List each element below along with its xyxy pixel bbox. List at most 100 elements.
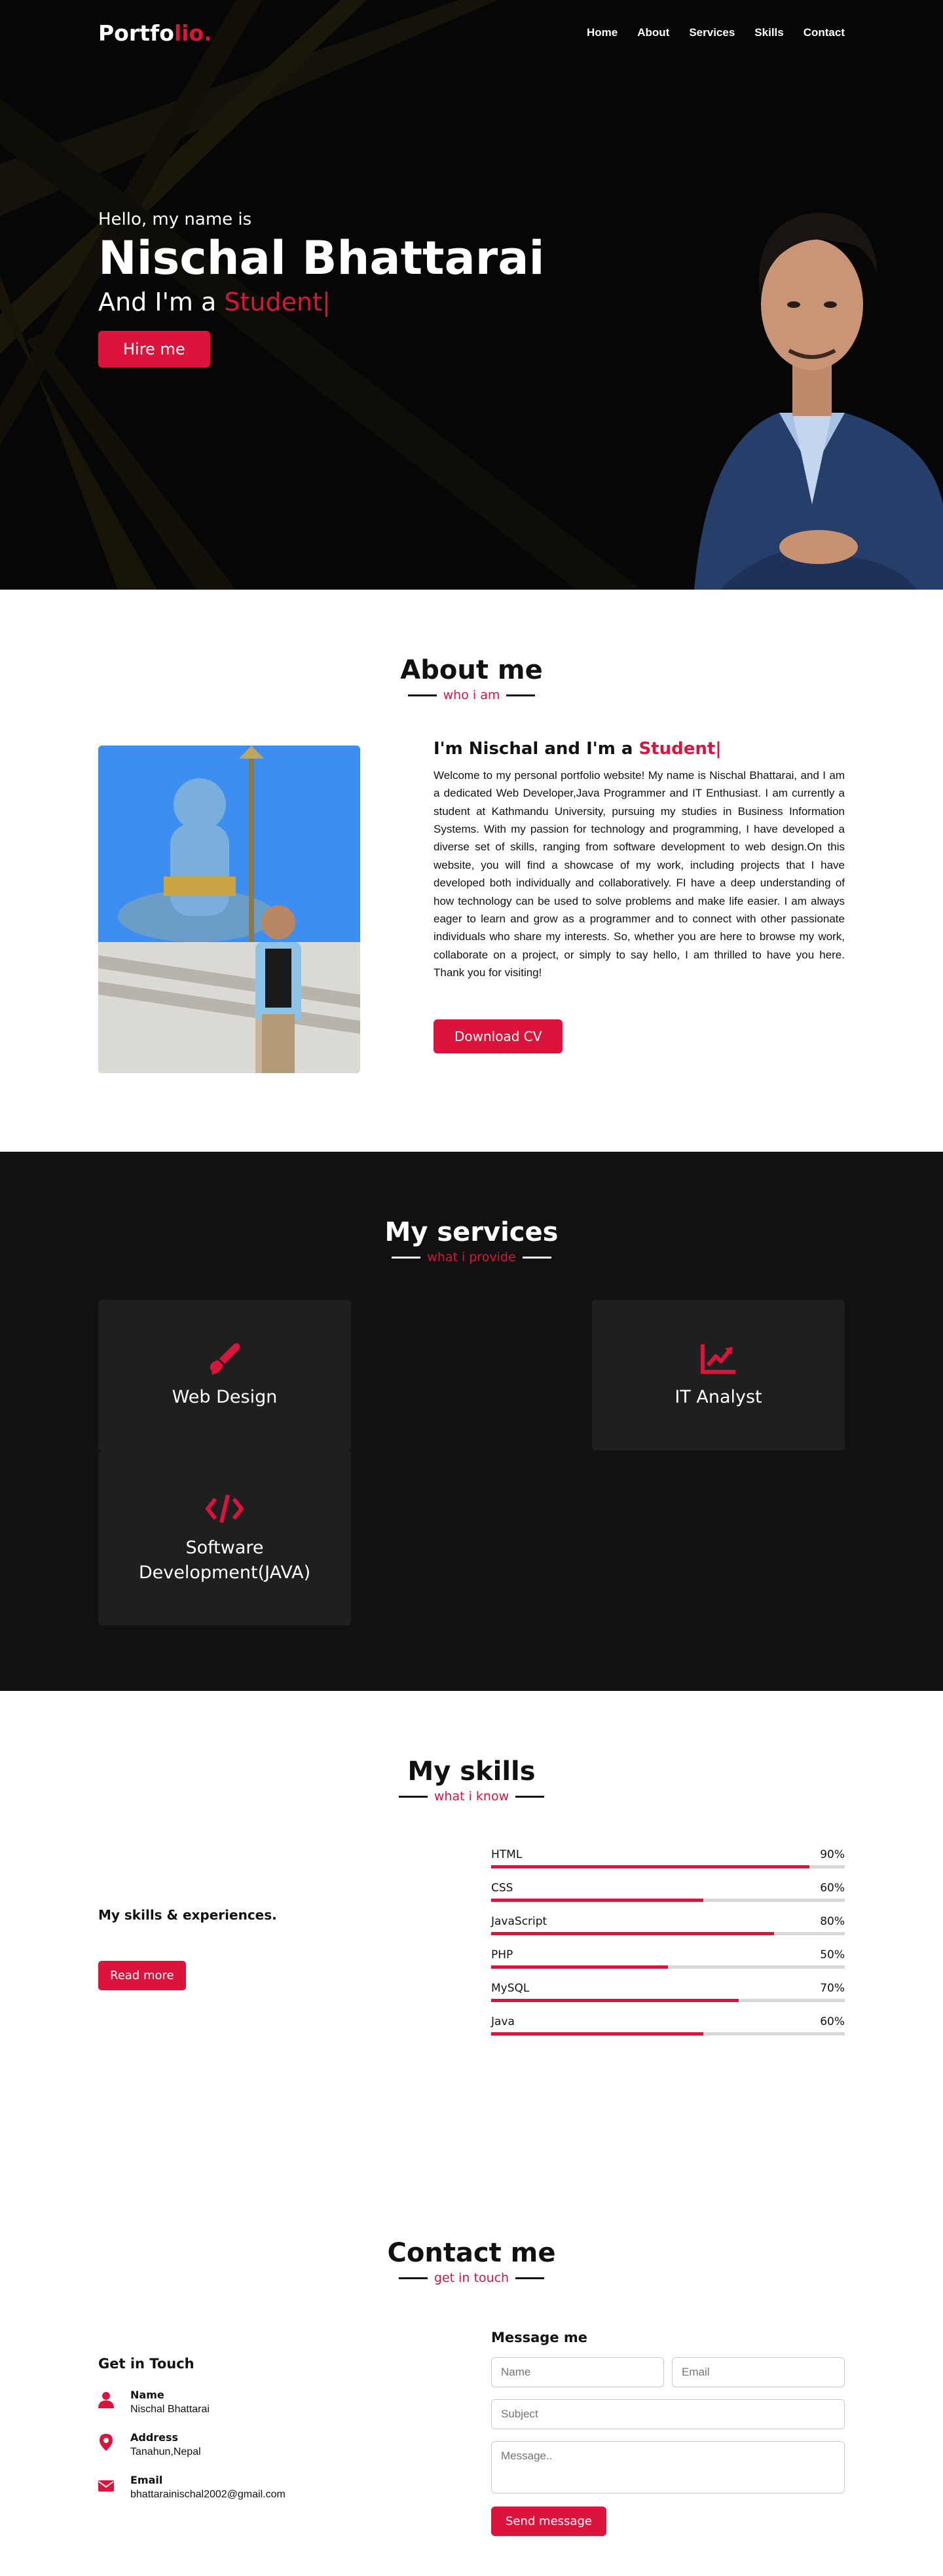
skill-bar-mysql: MySQL 70% xyxy=(491,1982,845,2002)
skill-track xyxy=(491,2032,845,2036)
about-subtitle: who i am xyxy=(0,688,943,702)
skill-track xyxy=(491,1865,845,1868)
skill-name: Java xyxy=(491,2015,515,2028)
subtitle-line-left xyxy=(407,694,437,696)
services-section: My services what i provide Web Design IT… xyxy=(0,1152,943,1691)
skill-fill xyxy=(491,1965,668,1969)
message-me-heading: Message me xyxy=(491,2330,588,2345)
skill-bars: HTML 90% CSS 60% JavaScript 80% PHP 50% MySQ… xyxy=(491,1848,845,2049)
nav-link-contact[interactable]: Contact xyxy=(804,26,845,39)
hero-name: Nischal Bhattarai xyxy=(98,231,545,285)
skill-track xyxy=(491,1999,845,2002)
contact-section: Contact me get in touch Get in Touch Nam… xyxy=(0,2179,943,2576)
hero-section: Portfolio. Home About Services Skills Co… xyxy=(0,0,943,590)
skill-fill xyxy=(491,1865,809,1868)
service-card-web-design[interactable]: Web Design xyxy=(98,1300,351,1450)
skills-intro: My skills & experiences. Read more xyxy=(98,1907,277,1990)
skill-name: JavaScript xyxy=(491,1915,547,1928)
subtitle-line-right xyxy=(515,2277,545,2279)
subtitle-line-left xyxy=(398,1795,428,1798)
skills-title: My skills xyxy=(407,1756,536,1787)
skills-heading: My skills & experiences. xyxy=(98,1907,277,1923)
contact-label: Address xyxy=(130,2431,179,2444)
skill-bar-java: Java 60% xyxy=(491,2015,845,2036)
skills-subtitle: what i know xyxy=(0,1789,943,1804)
subtitle-line-right xyxy=(506,694,536,696)
skill-percent: 80% xyxy=(820,1915,845,1928)
contact-value: Nischal Bhattarai xyxy=(130,2404,210,2415)
skill-track xyxy=(491,1932,845,1935)
skill-track xyxy=(491,1965,845,1969)
read-more-button[interactable]: Read more xyxy=(98,1961,186,1990)
subtitle-line-left xyxy=(398,2277,428,2279)
skill-name: MySQL xyxy=(491,1982,530,1995)
skill-fill xyxy=(491,1932,774,1935)
download-cv-button[interactable]: Download CV xyxy=(434,1019,563,1054)
skill-percent: 70% xyxy=(820,1982,845,1995)
contact-row-email: Email bhattarainischal2002@gmail.com xyxy=(98,2474,286,2501)
send-message-button[interactable]: Send message xyxy=(491,2507,606,2536)
subtitle-line-right xyxy=(522,1256,551,1259)
hero-typed-role: Student| xyxy=(224,288,331,316)
get-in-touch-heading: Get in Touch xyxy=(98,2356,194,2372)
code-icon xyxy=(206,1494,244,1523)
about-text-block: I'm Nischal and I'm a Student| Welcome t… xyxy=(434,739,845,1054)
about-title: About me xyxy=(400,655,543,685)
paintbrush-icon xyxy=(210,1343,240,1375)
nav-link-home[interactable]: Home xyxy=(587,26,618,39)
service-title: Software Development(JAVA) xyxy=(138,1537,311,1583)
chart-line-icon xyxy=(701,1344,735,1374)
skill-name: CSS xyxy=(491,1882,513,1895)
name-input[interactable] xyxy=(491,2357,664,2387)
hero-portrait-image xyxy=(694,212,943,590)
skill-bar-css: CSS 60% xyxy=(491,1882,845,1902)
contact-subtitle: get in touch xyxy=(0,2271,943,2285)
contact-row-address: Address Tanahun,Nepal xyxy=(98,2431,286,2458)
logo[interactable]: Portfolio. xyxy=(98,20,212,46)
contact-details: Get in Touch Name Nischal Bhattarai Addr… xyxy=(98,2356,286,2501)
skill-percent: 90% xyxy=(820,1848,845,1861)
services-title: My services xyxy=(384,1217,559,1247)
about-heading: I'm Nischal and I'm a Student| xyxy=(434,739,722,759)
subtitle-line-left xyxy=(392,1256,421,1259)
contact-row-name: Name Nischal Bhattarai xyxy=(98,2389,286,2415)
contact-value: Tanahun,Nepal xyxy=(130,2446,201,2457)
service-card-it-analyst[interactable]: IT Analyst xyxy=(592,1300,845,1450)
nav-link-services[interactable]: Services xyxy=(689,26,735,39)
skill-percent: 60% xyxy=(820,1882,845,1895)
about-paragraph: Welcome to my personal portfolio website… xyxy=(434,769,845,979)
subtitle-line-right xyxy=(515,1795,545,1798)
skill-bar-php: PHP 50% xyxy=(491,1948,845,1969)
skill-track xyxy=(491,1899,845,1902)
hero-role: And I'm a Student| xyxy=(98,288,331,316)
nav-link-about[interactable]: About xyxy=(637,26,669,39)
nav-menu: Home About Services Skills Contact xyxy=(587,26,845,39)
service-card-software-development[interactable]: Software Development(JAVA) xyxy=(98,1450,351,1625)
contact-value[interactable]: bhattarainischal2002@gmail.com xyxy=(130,2489,286,2501)
skill-name: PHP xyxy=(491,1948,513,1961)
about-typed-role: Student| xyxy=(638,739,722,759)
skill-name: HTML xyxy=(491,1848,523,1861)
contact-label: Name xyxy=(130,2389,164,2401)
nav-link-skills[interactable]: Skills xyxy=(754,26,783,39)
skill-percent: 60% xyxy=(820,2015,845,2028)
contact-title: Contact me xyxy=(387,2238,556,2268)
hero-content: Hello, my name is Nischal Bhattarai And … xyxy=(98,210,545,368)
subject-input[interactable] xyxy=(491,2399,845,2429)
navbar: Portfolio. Home About Services Skills Co… xyxy=(0,0,943,66)
hire-me-button[interactable]: Hire me xyxy=(98,331,210,368)
hero-greeting: Hello, my name is xyxy=(98,210,252,229)
skill-percent: 50% xyxy=(820,1948,845,1961)
email-input[interactable] xyxy=(672,2357,845,2387)
contact-form: Message me Send message xyxy=(491,2330,845,2536)
skill-fill xyxy=(491,2032,703,2036)
skill-bar-javascript: JavaScript 80% xyxy=(491,1915,845,1935)
about-section: About me who i am I'm Nischal and I'm a … xyxy=(0,590,943,1152)
message-textarea[interactable] xyxy=(491,2441,845,2493)
envelope-icon xyxy=(98,2480,114,2491)
service-title: Web Design xyxy=(172,1387,278,1408)
map-marker-icon xyxy=(100,2434,113,2451)
skill-fill xyxy=(491,1899,703,1902)
contact-label: Email xyxy=(130,2474,163,2486)
about-photo-image xyxy=(98,746,360,1073)
